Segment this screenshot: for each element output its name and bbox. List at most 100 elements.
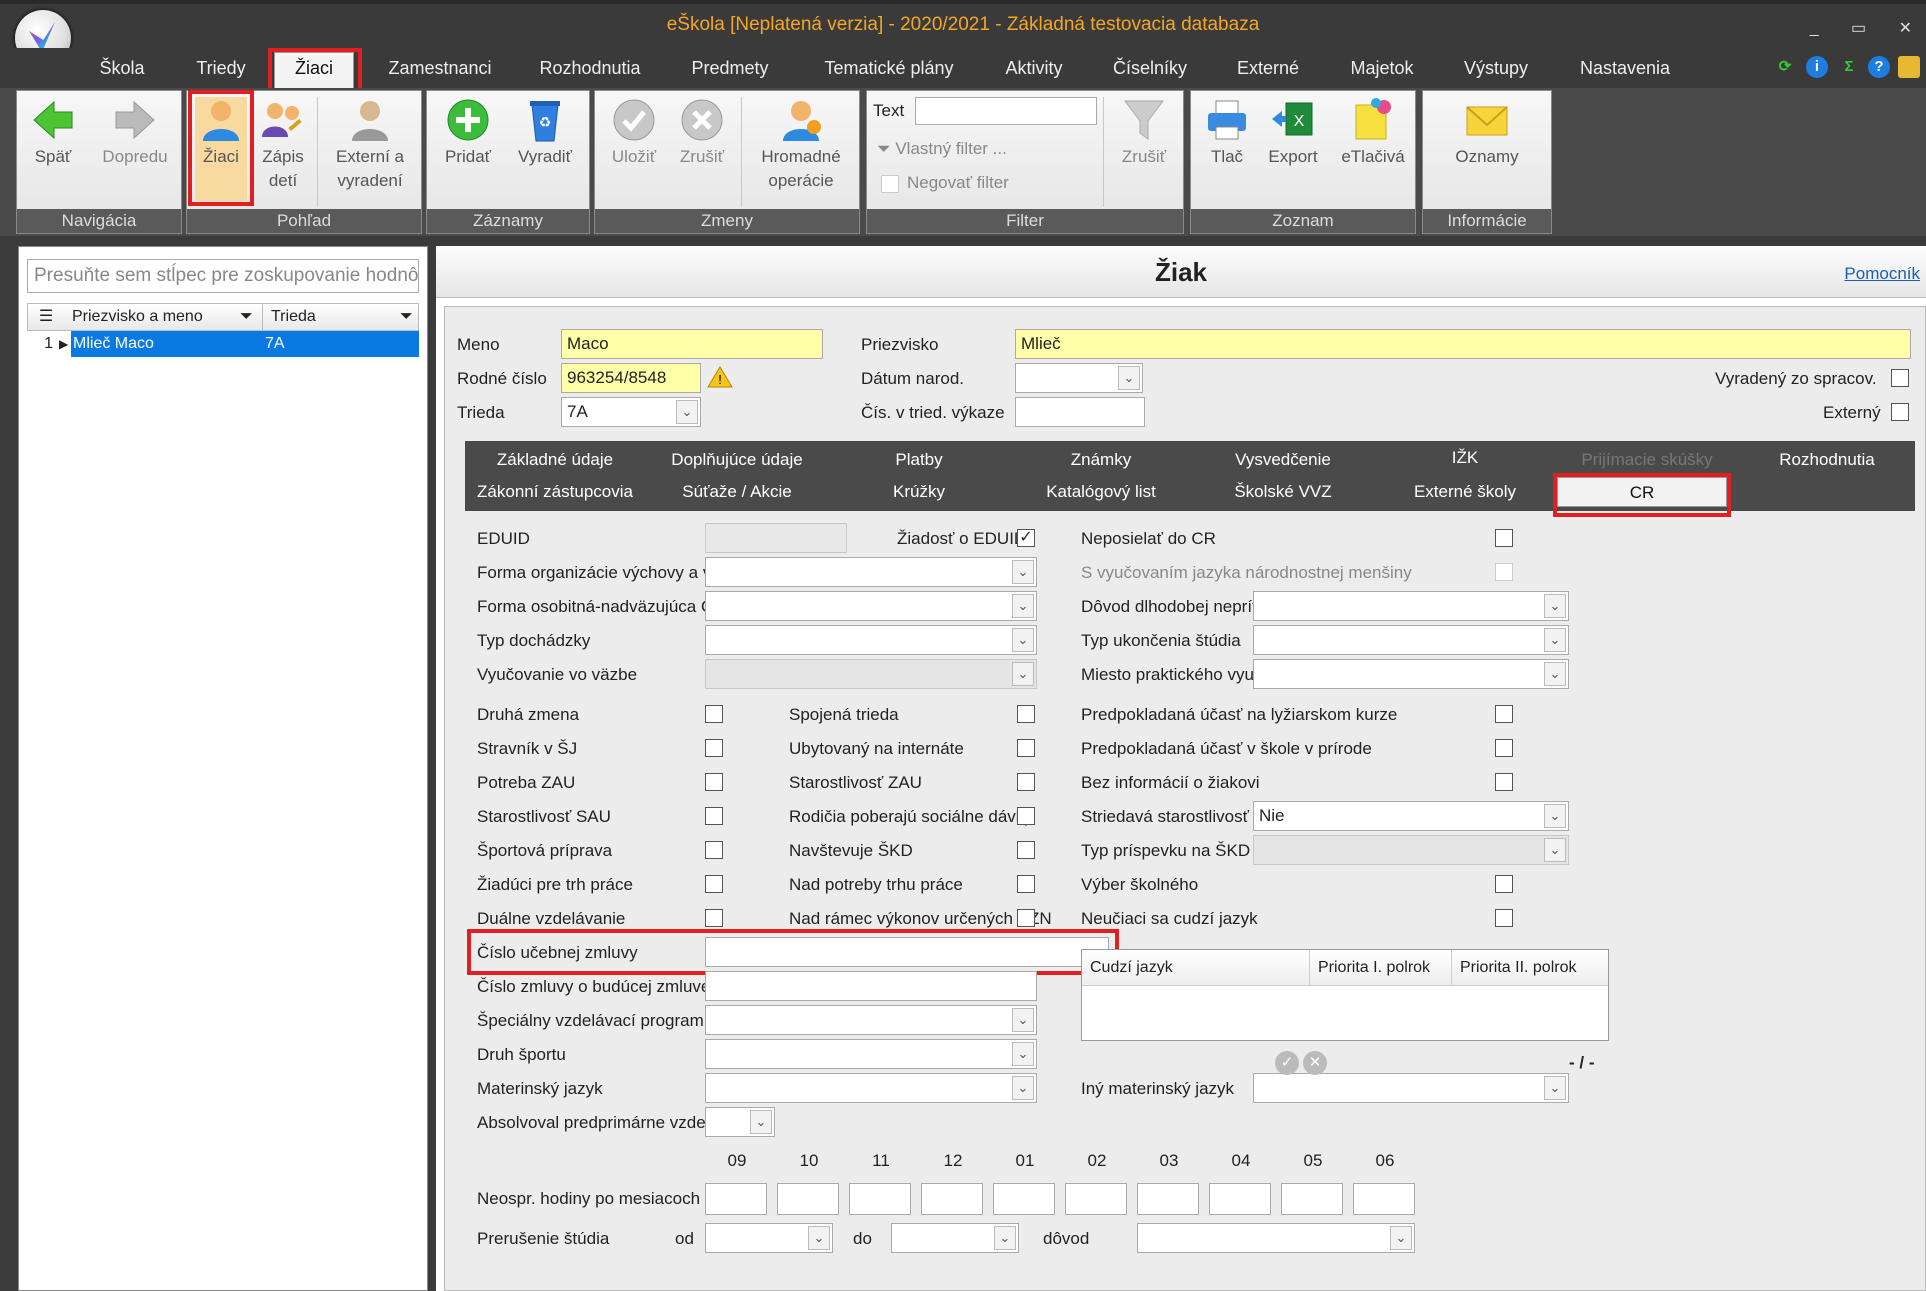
menu-tab-ziaci[interactable]: Žiaci xyxy=(274,52,354,88)
cancel-language-icon[interactable]: ✕ xyxy=(1303,1051,1327,1075)
vyradeny-checkbox[interactable] xyxy=(1891,369,1909,387)
window-controls[interactable]: _ ▭ ✕ xyxy=(1810,18,1926,38)
tab-prijimacie-skusky[interactable]: Prijímacie skúšky xyxy=(1557,445,1737,475)
tab-katalogovy-list[interactable]: Katalógový list xyxy=(1011,477,1191,507)
nad-potreby-checkbox[interactable] xyxy=(1017,875,1035,893)
menu-tab-zamestnanci[interactable]: Zamestnanci xyxy=(380,56,500,88)
forward-button[interactable]: Dopredu xyxy=(93,97,177,169)
externi-vyradeni-button[interactable]: Externí a vyradení xyxy=(323,97,417,193)
cake-icon[interactable] xyxy=(1898,56,1920,78)
table-row[interactable]: 1 ▶ Mlieč Maco 7A xyxy=(27,331,419,357)
bez-informacii-checkbox[interactable] xyxy=(1495,773,1513,791)
prerusenie-od-picker[interactable]: ⌄ xyxy=(705,1223,833,1253)
helper-link[interactable]: Pomocník xyxy=(1844,264,1920,284)
menu-tab-aktivity[interactable]: Aktivity xyxy=(994,56,1074,88)
filter-icon[interactable]: ⏷ xyxy=(240,304,253,330)
menu-tab-ciselniky[interactable]: Číselníky xyxy=(1108,56,1192,88)
absolvoval-select[interactable]: ⌄ xyxy=(705,1107,775,1137)
hours-01-input[interactable] xyxy=(993,1183,1055,1215)
menu-tab-predmety[interactable]: Predmety xyxy=(680,56,780,88)
sum-icon[interactable]: Σ xyxy=(1838,56,1860,78)
column-header[interactable]: Priorita II. polrok xyxy=(1452,950,1608,986)
typ-prispevku-select[interactable]: ⌄ xyxy=(1253,835,1569,865)
clear-filter-button[interactable]: Zrušiť xyxy=(1109,97,1179,169)
striedava-select[interactable]: Nie ⌄ xyxy=(1253,801,1569,831)
spojena-trieda-checkbox[interactable] xyxy=(1017,705,1035,723)
priezvisko-input[interactable]: Mlieč xyxy=(1015,329,1911,359)
externy-checkbox[interactable] xyxy=(1891,403,1909,421)
add-button[interactable]: Pridať xyxy=(435,97,501,169)
menu-tab-vystupy[interactable]: Výstupy xyxy=(1456,56,1536,88)
tab-vysvedcenie[interactable]: Vysvedčenie xyxy=(1193,445,1373,475)
menu-tab-majetok[interactable]: Majetok xyxy=(1342,56,1422,88)
miesto-select[interactable]: ⌄ xyxy=(1253,659,1569,689)
ziadost-eduid-checkbox[interactable]: ✓ xyxy=(1017,529,1035,547)
socialne-davky-checkbox[interactable] xyxy=(1017,807,1035,825)
prerusenie-do-picker[interactable]: ⌄ xyxy=(891,1223,1019,1253)
confirm-language-icon[interactable]: ✓ xyxy=(1275,1051,1299,1075)
starostlivost-zau-checkbox[interactable] xyxy=(1017,773,1035,791)
druha-zmena-checkbox[interactable] xyxy=(705,705,723,723)
zapis-deti-button[interactable]: Zápis detí xyxy=(253,97,313,193)
hours-10-input[interactable] xyxy=(777,1183,839,1215)
column-header[interactable]: Cudzí jazyk xyxy=(1082,950,1310,986)
cancel-button[interactable]: Zrušiť xyxy=(671,97,733,169)
filter-icon[interactable]: ⏷ xyxy=(400,304,413,330)
meno-input[interactable]: Maco xyxy=(561,329,823,359)
tab-znamky[interactable]: Známky xyxy=(1011,445,1191,475)
typ-ukoncenia-select[interactable]: ⌄ xyxy=(1253,625,1569,655)
s-vyuc-checkbox[interactable] xyxy=(1495,563,1513,581)
tab-zakladne-udaje[interactable]: Základné údaje xyxy=(465,445,645,475)
cis-input[interactable] xyxy=(1015,397,1145,427)
hromadne-operacie-button[interactable]: Hromadné operácie xyxy=(747,97,855,193)
export-button[interactable]: X Export xyxy=(1257,97,1329,169)
column-header[interactable]: Priorita I. polrok xyxy=(1310,950,1452,986)
hours-02-input[interactable] xyxy=(1065,1183,1127,1215)
hours-03-input[interactable] xyxy=(1137,1183,1199,1215)
hours-12-input[interactable] xyxy=(921,1183,983,1215)
save-button[interactable]: Uložiť xyxy=(603,97,665,169)
negate-filter-checkbox[interactable] xyxy=(881,175,899,193)
menu-tab-rozhodnutia[interactable]: Rozhodnutia xyxy=(530,56,650,88)
starostlivost-sau-checkbox[interactable] xyxy=(705,807,723,825)
vyuc-vazbe-select[interactable]: ⌄ xyxy=(705,659,1037,689)
rodne-cislo-input[interactable]: 963254/8548 xyxy=(561,363,701,393)
tab-zakonni-zastupcovia[interactable]: Zákonní zástupcovia xyxy=(465,477,645,507)
forma-org-select[interactable]: ⌄ xyxy=(705,557,1037,587)
menu-tab-tematicke-plany[interactable]: Tematické plány xyxy=(814,56,964,88)
nad-ramec-checkbox[interactable] xyxy=(1017,909,1035,927)
materinsky-select[interactable]: ⌄ xyxy=(705,1073,1037,1103)
back-button[interactable]: Späť xyxy=(23,97,83,169)
navstevuje-skd-checkbox[interactable] xyxy=(1017,841,1035,859)
custom-filter-link[interactable]: ⏷ Vlastný filter ... xyxy=(877,139,1007,159)
dovod-select[interactable]: ⌄ xyxy=(1253,591,1569,621)
potreba-zau-checkbox[interactable] xyxy=(705,773,723,791)
neposielat-checkbox[interactable] xyxy=(1495,529,1513,547)
iny-materinsky-select[interactable]: ⌄ xyxy=(1253,1073,1569,1103)
cislo-ucebnej-input[interactable] xyxy=(705,937,1109,967)
column-header-name[interactable]: Priezvisko a meno xyxy=(72,304,203,330)
hours-09-input[interactable] xyxy=(705,1183,767,1215)
prerusenie-dovod-select[interactable]: ⌄ xyxy=(1137,1223,1415,1253)
column-chooser-icon[interactable]: ☰ xyxy=(32,304,60,330)
menu-tab-skola[interactable]: Škola xyxy=(92,56,152,88)
tab-sutaze-akcie[interactable]: Súťaže / Akcie xyxy=(647,477,827,507)
tab-platby[interactable]: Platby xyxy=(829,445,1009,475)
stravnik-checkbox[interactable] xyxy=(705,739,723,757)
datum-picker[interactable]: ⌄ xyxy=(1015,363,1143,393)
group-by-area[interactable]: Presuňte sem stĺpec pre zoskupovanie hod… xyxy=(27,259,419,293)
ubytovany-checkbox[interactable] xyxy=(1017,739,1035,757)
oznamy-button[interactable]: Oznamy xyxy=(1433,97,1541,169)
tab-doplnujuce-udaje[interactable]: Doplňujúce údaje xyxy=(647,445,827,475)
ziaduci-checkbox[interactable] xyxy=(705,875,723,893)
tab-rozhodnutia[interactable]: Rozhodnutia xyxy=(1739,445,1915,475)
vyber-skolneho-checkbox[interactable] xyxy=(1495,875,1513,893)
skola-v-prirode-checkbox[interactable] xyxy=(1495,739,1513,757)
menu-tab-nastavenia[interactable]: Nastavenia xyxy=(1570,56,1680,88)
menu-tab-triedy[interactable]: Triedy xyxy=(186,56,256,88)
etlaciva-button[interactable]: eTlačivá xyxy=(1335,97,1411,169)
cislo-buducej-input[interactable] xyxy=(705,971,1037,1001)
dualne-checkbox[interactable] xyxy=(705,909,723,927)
filter-text-input[interactable] xyxy=(915,97,1097,125)
forma-osob-select[interactable]: ⌄ xyxy=(705,591,1037,621)
